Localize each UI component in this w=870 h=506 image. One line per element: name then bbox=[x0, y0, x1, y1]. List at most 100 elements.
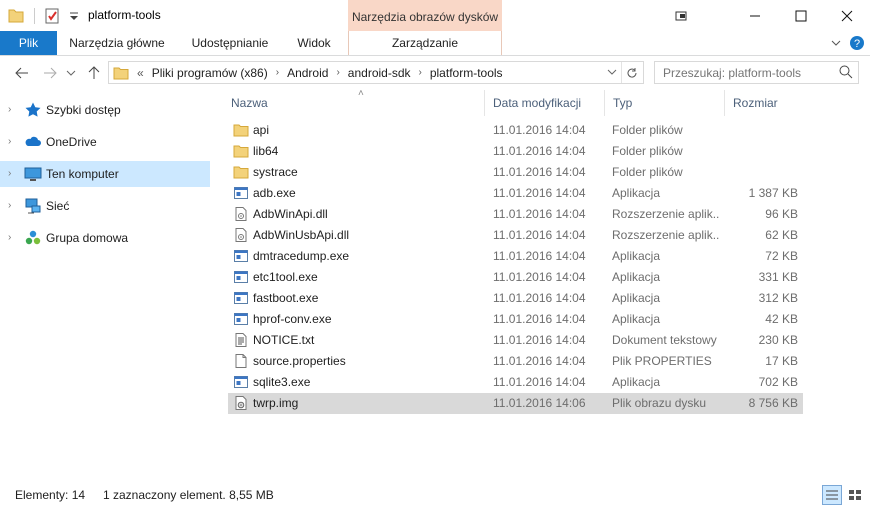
breadcrumb-item[interactable]: platform-tools bbox=[426, 66, 507, 80]
file-date: 11.01.2016 14:04 bbox=[493, 123, 586, 137]
restore-icon[interactable] bbox=[658, 0, 704, 31]
tab-view[interactable]: Widok bbox=[283, 31, 345, 55]
file-row[interactable]: systrace 11.01.2016 14:04 Folder plików bbox=[228, 162, 803, 183]
breadcrumb-chevron-icon[interactable]: › bbox=[272, 67, 283, 78]
large-icons-view-button[interactable] bbox=[845, 485, 865, 505]
minimize-button[interactable] bbox=[732, 0, 778, 31]
file-size: 230 KB bbox=[758, 333, 798, 347]
quick-access-toolbar bbox=[6, 0, 81, 31]
file-row[interactable]: sqlite3.exe 11.01.2016 14:04 Aplikacja 702 … bbox=[228, 372, 803, 393]
exe-file-icon bbox=[233, 374, 249, 390]
file-row[interactable]: AdbWinApi.dll 11.01.2016 14:04 Rozszerzeni… bbox=[228, 204, 803, 225]
tab-manage[interactable]: Zarządzanie bbox=[348, 31, 502, 55]
file-date: 11.01.2016 14:04 bbox=[493, 333, 586, 347]
vertical-scrollbar[interactable] bbox=[853, 90, 870, 480]
tab-share[interactable]: Udostępnianie bbox=[180, 31, 280, 55]
customize-toolbar-icon[interactable] bbox=[67, 9, 81, 23]
address-bar[interactable]: « Pliki programów (x86) › Android › andr… bbox=[108, 61, 644, 84]
chevron-right-icon[interactable]: › bbox=[8, 168, 18, 180]
exe-file-icon bbox=[233, 290, 249, 306]
chevron-right-icon[interactable]: › bbox=[8, 200, 18, 212]
nav-item-onedrive[interactable]: › OneDrive bbox=[0, 129, 210, 155]
file-type: Aplikacja bbox=[612, 375, 661, 389]
refresh-icon[interactable] bbox=[621, 62, 641, 83]
breadcrumb-overflow[interactable]: « bbox=[129, 66, 148, 80]
help-icon[interactable]: ? bbox=[848, 34, 866, 52]
nav-item-quick-access[interactable]: › Szybki dostęp bbox=[0, 97, 210, 123]
chevron-right-icon[interactable]: › bbox=[8, 232, 18, 244]
file-row[interactable]: adb.exe 11.01.2016 14:04 Aplikacja 1 387 KB bbox=[228, 183, 803, 204]
back-button[interactable] bbox=[12, 63, 32, 83]
file-date: 11.01.2016 14:04 bbox=[493, 165, 586, 179]
chevron-right-icon[interactable]: › bbox=[8, 104, 18, 116]
expand-ribbon-icon[interactable] bbox=[824, 31, 848, 55]
file-row[interactable]: AdbWinUsbApi.dll 11.01.2016 14:04 Rozszerz… bbox=[228, 225, 803, 246]
column-header-type[interactable]: Typ bbox=[605, 90, 725, 116]
nav-item-homegroup[interactable]: › Grupa domowa bbox=[0, 225, 210, 251]
file-row[interactable]: NOTICE.txt 11.01.2016 14:04 Dokument tekst… bbox=[228, 330, 803, 351]
window-title: platform-tools bbox=[88, 8, 161, 22]
breadcrumb-item[interactable]: Android bbox=[283, 66, 332, 80]
breadcrumb-chevron-icon[interactable]: › bbox=[415, 67, 426, 78]
maximize-button[interactable] bbox=[778, 0, 824, 31]
computer-icon bbox=[24, 165, 42, 183]
breadcrumb-item[interactable]: Pliki programów (x86) bbox=[148, 66, 272, 80]
tab-home[interactable]: Narzędzia główne bbox=[57, 31, 177, 55]
txt-file-icon bbox=[233, 332, 249, 348]
file-name: AdbWinUsbApi.dll bbox=[253, 228, 350, 242]
chevron-right-icon[interactable]: › bbox=[8, 136, 18, 148]
img-file-icon bbox=[233, 395, 249, 411]
nav-item-label: OneDrive bbox=[46, 135, 97, 149]
file-row[interactable]: fastboot.exe 11.01.2016 14:04 Aplikacja 312… bbox=[228, 288, 803, 309]
file-row[interactable]: etc1tool.exe 11.01.2016 14:04 Aplikacja 331… bbox=[228, 267, 803, 288]
column-header-date[interactable]: Data modyfikacji bbox=[485, 90, 605, 116]
file-name: dmtracedump.exe bbox=[253, 249, 350, 263]
file-row[interactable]: twrp.img 11.01.2016 14:06 Plik obrazu dysk… bbox=[228, 393, 803, 414]
file-type: Folder plików bbox=[612, 144, 683, 158]
dll-file-icon bbox=[233, 227, 249, 243]
pane-splitter[interactable] bbox=[213, 90, 214, 480]
nav-item-this-pc[interactable]: › Ten komputer bbox=[0, 161, 210, 187]
folder-icon bbox=[6, 6, 26, 26]
file-row[interactable]: api 11.01.2016 14:04 Folder plików bbox=[228, 120, 803, 141]
file-size: 17 KB bbox=[765, 354, 798, 368]
file-type: Rozszerzenie aplik... bbox=[612, 207, 720, 221]
file-size: 702 KB bbox=[758, 375, 798, 389]
nav-item-network[interactable]: › Sieć bbox=[0, 193, 210, 219]
file-row[interactable]: source.properties 11.01.2016 14:04 Plik PR… bbox=[228, 351, 803, 372]
file-row[interactable]: lib64 11.01.2016 14:04 Folder plików bbox=[228, 141, 803, 162]
tab-file[interactable]: Plik bbox=[0, 31, 57, 55]
recent-locations-icon[interactable] bbox=[64, 63, 78, 83]
breadcrumb-item[interactable]: android-sdk bbox=[344, 66, 415, 80]
close-button[interactable] bbox=[824, 0, 870, 31]
file-date: 11.01.2016 14:04 bbox=[493, 207, 586, 221]
search-box[interactable] bbox=[654, 61, 859, 84]
file-name: hprof-conv.exe bbox=[253, 312, 332, 326]
file-type: Aplikacja bbox=[612, 312, 661, 326]
folder-icon bbox=[233, 143, 249, 159]
file-type: Rozszerzenie aplik... bbox=[612, 228, 720, 242]
nav-item-label: Sieć bbox=[46, 199, 70, 213]
forward-button[interactable] bbox=[40, 63, 60, 83]
search-input[interactable] bbox=[655, 62, 825, 83]
file-date: 11.01.2016 14:06 bbox=[493, 396, 586, 410]
file-name: fastboot.exe bbox=[253, 291, 319, 305]
file-name: etc1tool.exe bbox=[253, 270, 318, 284]
file-name: AdbWinApi.dll bbox=[253, 207, 328, 221]
search-icon[interactable] bbox=[838, 64, 854, 80]
file-name: systrace bbox=[253, 165, 298, 179]
column-header-name[interactable]: Nazwa ˄ bbox=[223, 88, 485, 116]
exe-file-icon bbox=[233, 248, 249, 264]
file-date: 11.01.2016 14:04 bbox=[493, 249, 586, 263]
column-header-size[interactable]: Rozmiar bbox=[725, 90, 805, 116]
details-view-button[interactable] bbox=[822, 485, 842, 505]
address-history-chevron-icon[interactable] bbox=[607, 66, 619, 78]
properties-icon[interactable] bbox=[43, 7, 61, 25]
breadcrumb-chevron-icon[interactable]: › bbox=[332, 67, 343, 78]
folder-icon bbox=[113, 65, 129, 81]
file-list: Nazwa ˄ Data modyfikacji Typ Rozmiar api… bbox=[215, 88, 870, 480]
file-row[interactable]: dmtracedump.exe 11.01.2016 14:04 Aplikacja… bbox=[228, 246, 803, 267]
up-button[interactable] bbox=[84, 63, 104, 83]
network-icon bbox=[24, 197, 42, 215]
file-row[interactable]: hprof-conv.exe 11.01.2016 14:04 Aplikacja 4… bbox=[228, 309, 803, 330]
